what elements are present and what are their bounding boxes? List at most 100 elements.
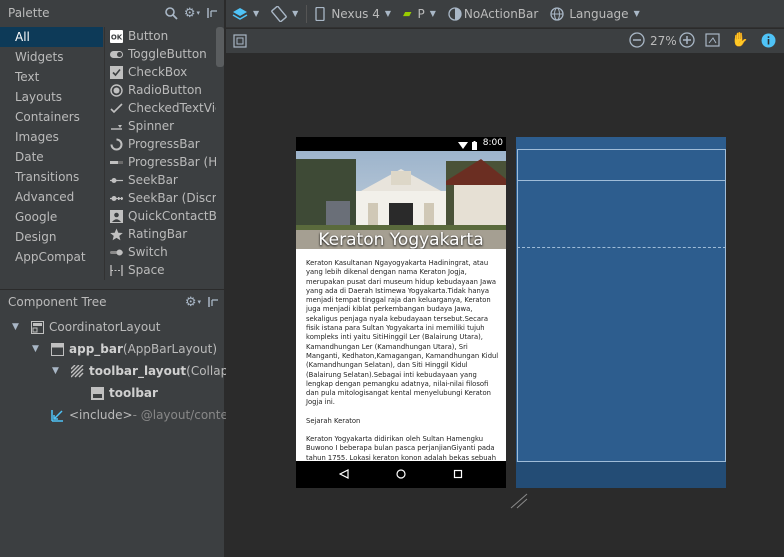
palette-item-button[interactable]: OK Button [105, 27, 216, 45]
tree-node-detail: - @layout/content [132, 408, 241, 422]
home-icon[interactable] [396, 468, 406, 482]
palette-item-ratingbar[interactable]: RatingBar [105, 225, 216, 243]
palette-item-label: RatingBar [128, 227, 188, 241]
palette-item-space[interactable]: Space [105, 261, 216, 279]
palette-category-images[interactable]: Images [0, 127, 103, 147]
component-tree-panel: Component Tree ⚙ ▾ ▼ CoordinatorLayout ▼ … [0, 289, 245, 557]
layers-icon [232, 7, 248, 20]
language-label: Language [569, 6, 629, 21]
palette-item-seekbar[interactable]: SeekBar [105, 171, 216, 189]
collapsing-toolbar-title: Keraton Yogyakarta [318, 230, 484, 249]
palette-category-transitions[interactable]: Transitions [0, 167, 103, 187]
palette-item-checkbox[interactable]: CheckBox [105, 63, 216, 81]
palette-header: Palette ⚙ ▾ [0, 0, 224, 26]
back-icon[interactable] [338, 468, 349, 482]
design-preview[interactable]: 8:00 Keraton Yogyakarta Keraton Kasultan… [296, 137, 506, 488]
theme-selector[interactable]: NoActionBar [442, 0, 544, 28]
gear-icon[interactable]: ⚙ ▾ [185, 295, 201, 310]
expand-arrow-icon[interactable]: ▼ [12, 322, 24, 332]
palette-item-checkedtextvie[interactable]: CheckedTextVie [105, 99, 216, 117]
palette-item-seekbar-discret[interactable]: SeekBar (Discret [105, 189, 216, 207]
search-icon[interactable] [164, 6, 178, 20]
svg-text:OK: OK [110, 33, 122, 41]
palette-item-switch[interactable]: Switch [105, 243, 216, 261]
chevron-down-icon: ▼ [292, 9, 299, 18]
pan-hand-icon[interactable]: ✋ [731, 32, 748, 48]
design-surface-button[interactable]: ▼ [226, 0, 265, 28]
palette-category-text[interactable]: Text [0, 67, 103, 87]
palette-item-progressbar-ho[interactable]: ProgressBar (Ho [105, 153, 216, 171]
palette-item-quickcontactba[interactable]: QuickContactBa [105, 207, 216, 225]
palette-item-label: SeekBar [128, 173, 178, 187]
palette-item-label: ProgressBar (Ho [128, 155, 216, 169]
tree-node-coordinatorlayout[interactable]: ▼ CoordinatorLayout [12, 317, 160, 337]
rating-bar-icon [109, 227, 123, 241]
tree-node-toolbar[interactable]: toolbar [90, 383, 158, 403]
palette-item-label: CheckBox [128, 65, 188, 79]
palette-item-label: QuickContactBa [128, 209, 216, 223]
chevron-down-icon: ▼ [384, 9, 392, 18]
content-scroll[interactable]: Keraton Kasultanan Ngayogyakarta Hadinin… [296, 249, 506, 461]
theme-label: NoActionBar [463, 6, 539, 21]
palette-item-label: CheckedTextVie [128, 101, 216, 115]
rotate-device-icon [271, 5, 288, 22]
zoom-toolbar: 27% ✋ [226, 29, 784, 53]
expand-arrow-icon[interactable]: ▼ [32, 344, 44, 354]
blueprint-navbar [516, 462, 726, 488]
api-level-selector[interactable]: ▰ P ▼ [397, 0, 442, 28]
palette-category-all[interactable]: All [0, 27, 103, 47]
palette-item-radiobutton[interactable]: RadioButton [105, 81, 216, 99]
seekbar-icon [109, 173, 123, 187]
tree-node-label: toolbar [109, 386, 158, 400]
zoom-out-icon[interactable] [629, 32, 645, 48]
palette-category-layouts[interactable]: Layouts [0, 87, 103, 107]
tree-node-app-bar[interactable]: ▼ app_bar (AppBarLayout) [32, 339, 217, 359]
palette-category-google[interactable]: Google [0, 207, 103, 227]
palette-category-design[interactable]: Design [0, 227, 103, 247]
palette-title: Palette [8, 6, 50, 20]
blueprint-content-outline[interactable] [517, 247, 726, 462]
zoom-in-icon[interactable] [679, 32, 695, 48]
palette-category-containers[interactable]: Containers [0, 107, 103, 127]
palette-category-appcompat[interactable]: AppCompat [0, 247, 103, 267]
spinner-icon [109, 119, 123, 133]
blueprint-view[interactable] [516, 137, 726, 488]
coordinator-layout-icon [30, 320, 44, 334]
palette-item-progressbar[interactable]: ProgressBar [105, 135, 216, 153]
palette-category-advanced[interactable]: Advanced [0, 187, 103, 207]
recents-icon[interactable] [453, 468, 463, 482]
palette-item-spinner[interactable]: Spinner [105, 117, 216, 135]
palette-scrollbar[interactable] [216, 27, 224, 67]
resize-handle-icon[interactable] [509, 492, 529, 513]
orientation-button[interactable]: ▼ [265, 0, 304, 28]
api-level-label: P [417, 6, 425, 21]
tree-node-include[interactable]: <include> - @layout/content [50, 405, 240, 425]
globe-icon [550, 6, 564, 21]
language-selector[interactable]: Language ▼ [544, 0, 645, 28]
device-selector[interactable]: Nexus 4 ▼ [309, 0, 397, 28]
palette-category-date[interactable]: Date [0, 147, 103, 167]
checkbox-icon [109, 65, 123, 79]
device-label: Nexus 4 [331, 6, 380, 21]
hide-panel-icon[interactable] [207, 296, 219, 308]
info-icon[interactable] [761, 33, 776, 48]
toolbar-divider [306, 4, 308, 23]
status-bar: 8:00 [296, 137, 506, 151]
palette-item-label: ProgressBar [128, 137, 200, 151]
zoom-to-fit-icon[interactable] [705, 33, 720, 47]
expand-arrow-icon[interactable]: ▼ [52, 366, 64, 376]
component-tree-title: Component Tree [8, 295, 107, 309]
gear-icon[interactable]: ⚙ ▾ [184, 6, 200, 21]
palette-item-togglebutton[interactable]: ToggleButton [105, 45, 216, 63]
collapsing-toolbar-icon [70, 364, 84, 378]
tree-node-toolbar-layout[interactable]: ▼ toolbar_layout (Collapsin [52, 361, 245, 381]
fit-screen-icon[interactable] [233, 34, 247, 48]
checked-text-view-icon [109, 101, 123, 115]
tree-node-label: app_bar [69, 342, 123, 356]
hide-panel-icon[interactable] [206, 7, 218, 19]
switch-icon [109, 245, 123, 259]
layout-editor-toolbar: ▼ ▼ Nexus 4 ▼ ▰ P ▼ NoActionBar Language… [226, 0, 784, 28]
palette-category-widgets[interactable]: Widgets [0, 47, 103, 67]
theme-icon [448, 6, 462, 21]
palette-item-label: SeekBar (Discret [128, 191, 216, 205]
